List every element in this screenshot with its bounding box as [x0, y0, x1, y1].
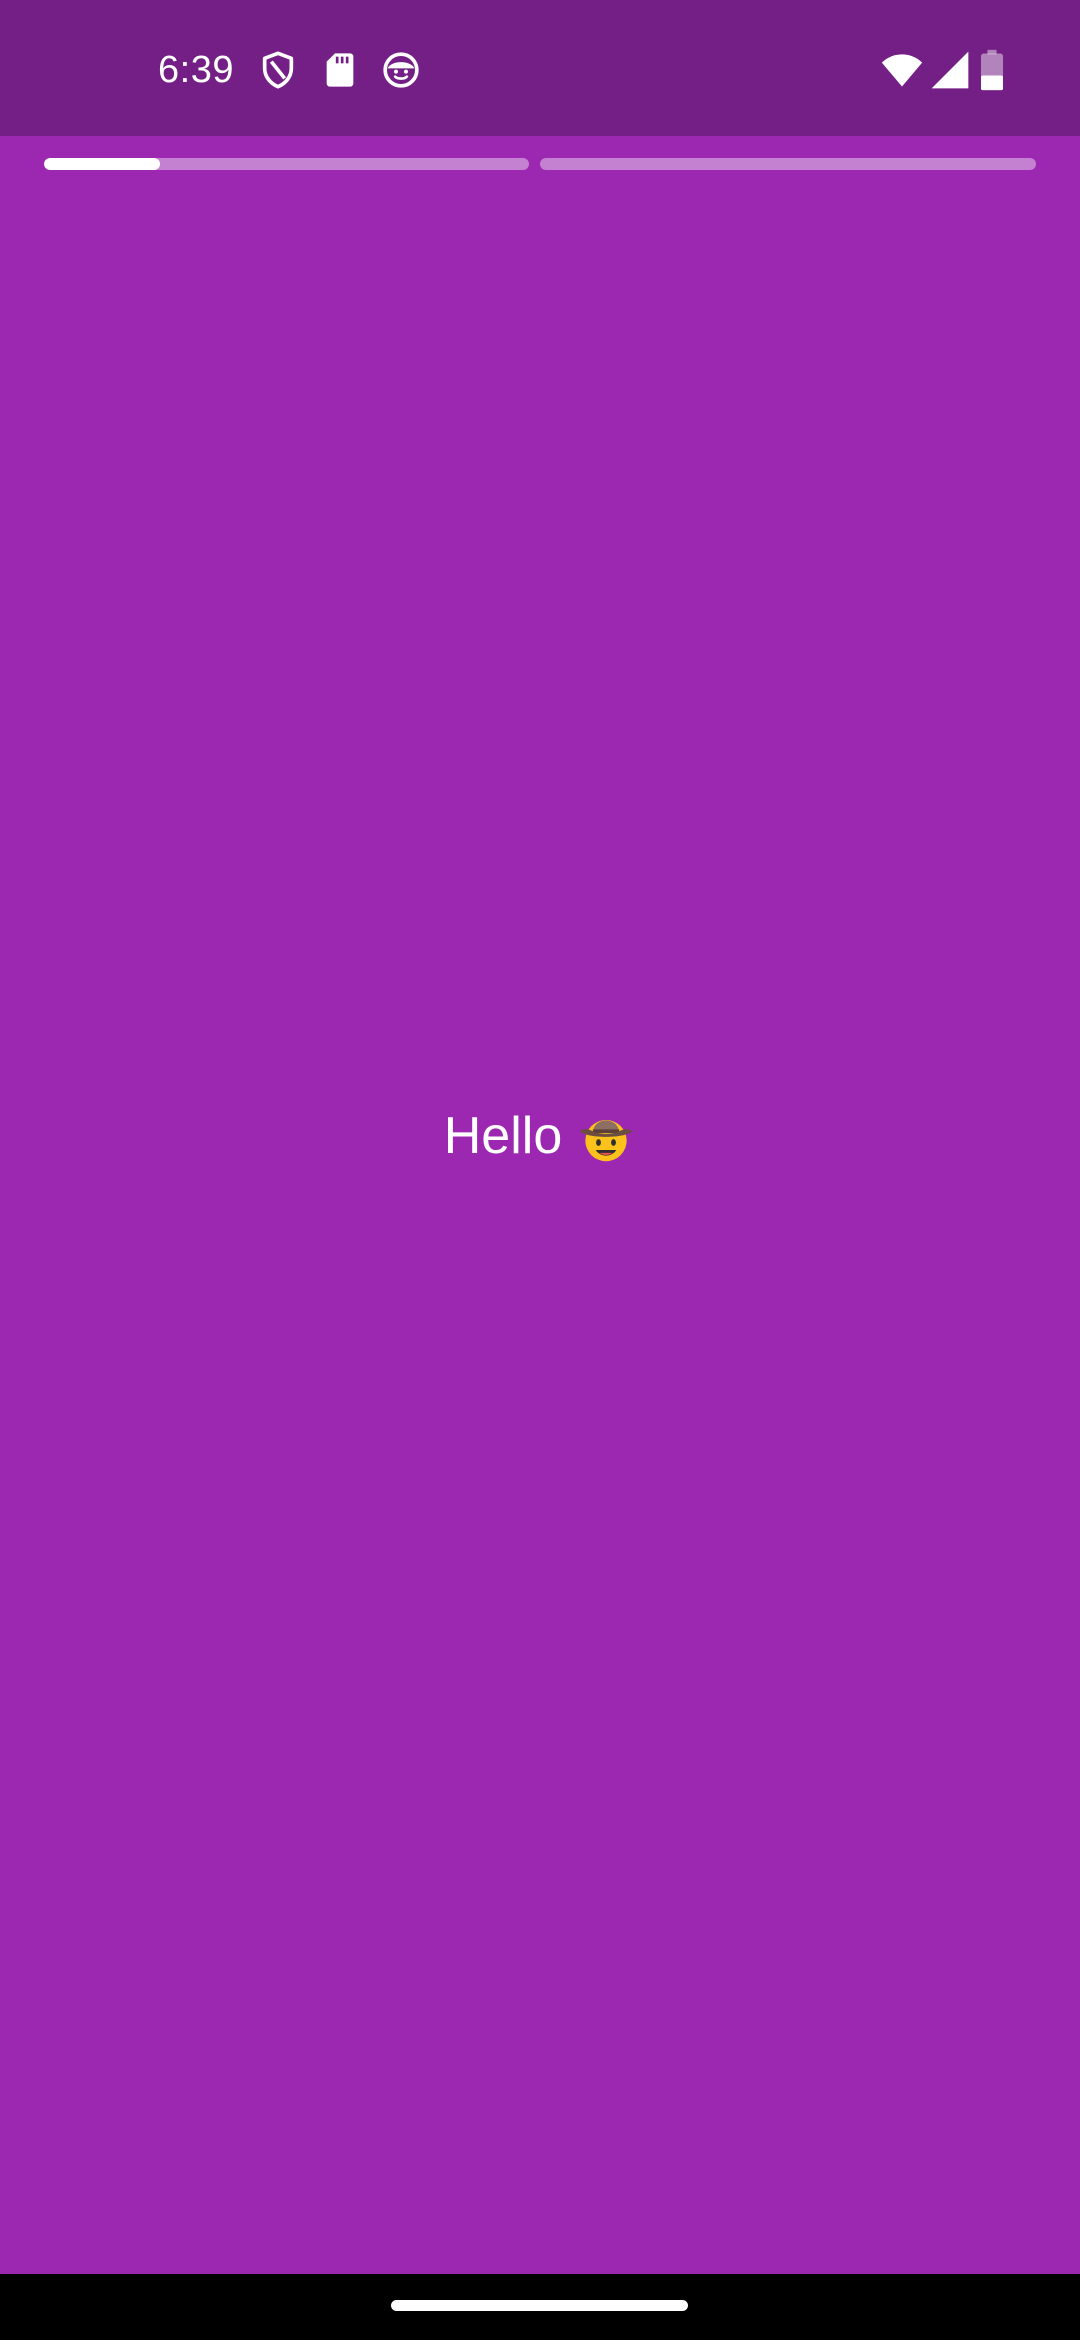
sd-card-icon	[320, 50, 360, 90]
story-segment-2	[540, 158, 1036, 170]
story-content[interactable]: Hello	[0, 1104, 1080, 1168]
status-bar: 6:39	[0, 0, 1080, 136]
shield-icon	[258, 50, 298, 90]
battery-icon	[978, 48, 1006, 92]
greeting-text: Hello	[443, 1107, 563, 1165]
status-time: 6:39	[158, 49, 234, 91]
wifi-icon	[880, 48, 924, 92]
story-progress-bar	[0, 150, 1080, 178]
home-gesture-pill[interactable]	[391, 2300, 688, 2311]
face-icon	[381, 50, 421, 90]
cowboy-hat-face-icon	[576, 1105, 636, 1165]
story-segment-1	[44, 158, 529, 170]
story-segment-1-fill	[44, 158, 161, 170]
cell-signal-icon	[928, 48, 972, 92]
